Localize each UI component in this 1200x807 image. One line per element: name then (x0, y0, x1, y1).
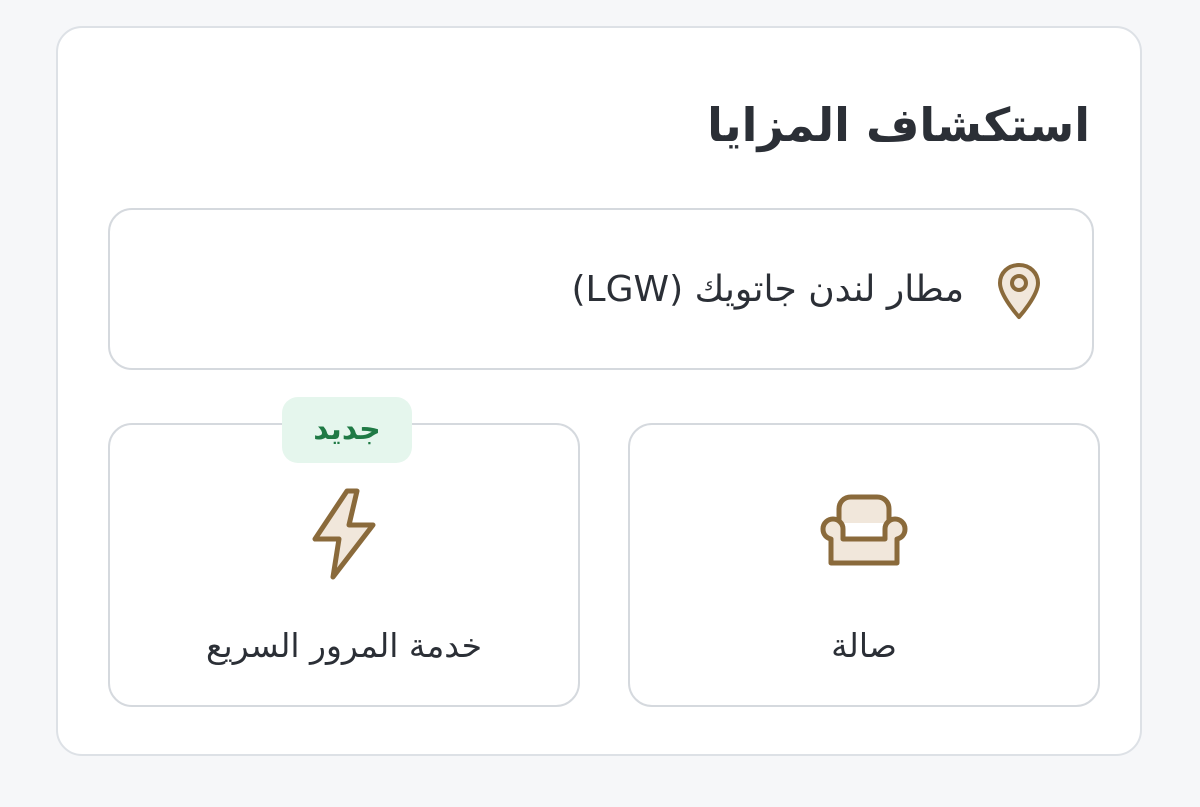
lounge-label: صالة (831, 626, 897, 665)
explore-features-card: استكشاف المزايا مطار لندن جاتويك (LGW) ج… (56, 26, 1142, 756)
fast-track-option[interactable]: جديد خدمة المرور السريع (108, 397, 580, 707)
lightning-bolt-icon (312, 488, 376, 580)
airport-name: مطار لندن جاتويك (LGW) (571, 269, 964, 310)
section-title: استكشاف المزايا (707, 98, 1090, 152)
airport-selector[interactable]: مطار لندن جاتويك (LGW) (108, 208, 1094, 370)
fast-track-label: خدمة المرور السريع (205, 626, 483, 665)
lounge-option[interactable]: صالة (628, 423, 1100, 707)
armchair-icon (820, 494, 908, 566)
new-badge: جديد (282, 397, 412, 463)
location-pin-icon (998, 263, 1040, 319)
